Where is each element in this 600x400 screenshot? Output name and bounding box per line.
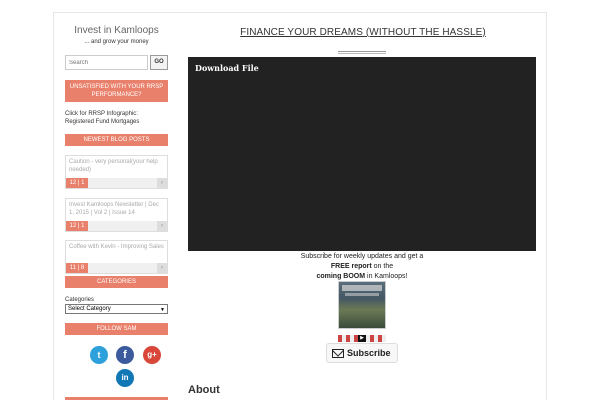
- rrsp-banner[interactable]: UNSATISFIED WITH YOUR RRSP PERFORMANCE?: [65, 80, 168, 102]
- subscribe-text-part: on the: [371, 263, 394, 270]
- video-player[interactable]: Download File: [188, 57, 536, 251]
- blog-post-card[interactable]: Coffee with Kevin - Improving Sales 11 |…: [65, 240, 168, 274]
- coming-boom-text: coming BOOM: [316, 273, 366, 280]
- chevron-right-icon[interactable]: ›: [157, 263, 167, 273]
- blog-post-title[interactable]: Caution - very personal(your help needed…: [66, 156, 167, 178]
- facebook-icon[interactable]: f: [116, 346, 134, 364]
- categories-heading: CATEGORIES: [65, 276, 168, 288]
- about-heading: About: [188, 384, 220, 396]
- title-divider: [338, 51, 386, 52]
- blog-post-card[interactable]: Invest Kamloops Newsletter | Dec 1, 2015…: [65, 198, 168, 232]
- search-go-button[interactable]: GO: [150, 55, 168, 70]
- play-icon[interactable]: ▶: [358, 335, 366, 342]
- subscribe-text: Subscribe for weekly updates and get a F…: [248, 252, 476, 282]
- title-divider: [338, 53, 386, 54]
- page-container: Invest in Kamloops ... and grow your mon…: [53, 12, 547, 400]
- blog-post-date: 12 | 1: [66, 221, 88, 231]
- subscribe-button-label: Subscribe: [347, 348, 391, 358]
- report-cover-image[interactable]: [338, 281, 386, 329]
- newest-posts-heading: NEWEST BLOG POSTS: [65, 134, 168, 146]
- chevron-right-icon[interactable]: ›: [157, 178, 167, 188]
- cover-title-band: [342, 285, 382, 291]
- site-title[interactable]: Invest in Kamloops: [63, 25, 170, 36]
- subscribe-text-part: in Kamloops!: [365, 273, 408, 280]
- blog-post-title[interactable]: Coffee with Kevin - Improving Sales: [66, 241, 167, 263]
- download-file-link[interactable]: Download File: [195, 63, 259, 73]
- sidebar: Invest in Kamloops ... and grow your mon…: [63, 13, 170, 400]
- categories-label: Categories: [65, 297, 95, 303]
- blog-post-bar: [88, 263, 157, 273]
- page-title[interactable]: FINANCE YOUR DREAMS (WITHOUT THE HASSLE): [188, 27, 538, 38]
- free-report-text: FREE report: [330, 263, 372, 270]
- rrsp-infographic-link[interactable]: Click for RRSP Infographic: Registered F…: [65, 110, 168, 126]
- blog-post-date: 12 | 1: [66, 178, 88, 188]
- blog-post-bar: [88, 178, 157, 188]
- site-tagline: ... and grow your money: [84, 39, 149, 45]
- search-input[interactable]: [65, 55, 148, 70]
- google-plus-icon[interactable]: g+: [143, 346, 161, 364]
- chevron-right-icon[interactable]: ›: [157, 221, 167, 231]
- blog-post-bar: [88, 221, 157, 231]
- subscribe-button[interactable]: Subscribe: [326, 343, 398, 363]
- categories-select-value: Select Category: [68, 306, 111, 312]
- subscribe-line: Subscribe for weekly updates and get a: [300, 253, 424, 260]
- twitter-icon[interactable]: t: [90, 346, 108, 364]
- subscribe-line: FREE report on the: [248, 262, 476, 272]
- mail-icon: [332, 349, 344, 358]
- linkedin-icon[interactable]: in: [116, 369, 134, 387]
- blog-post-card[interactable]: Caution - very personal(your help needed…: [65, 155, 168, 189]
- categories-select[interactable]: Select Category ▼: [65, 304, 168, 314]
- search-form: GO: [65, 55, 168, 70]
- blog-post-title[interactable]: Invest Kamloops Newsletter | Dec 1, 2015…: [66, 199, 167, 221]
- chevron-down-icon: ▼: [160, 307, 165, 313]
- blog-post-date: 11 | 8: [66, 263, 88, 273]
- cover-subtitle-band: [345, 293, 379, 296]
- follow-heading: FOLLOW SAM: [65, 323, 168, 335]
